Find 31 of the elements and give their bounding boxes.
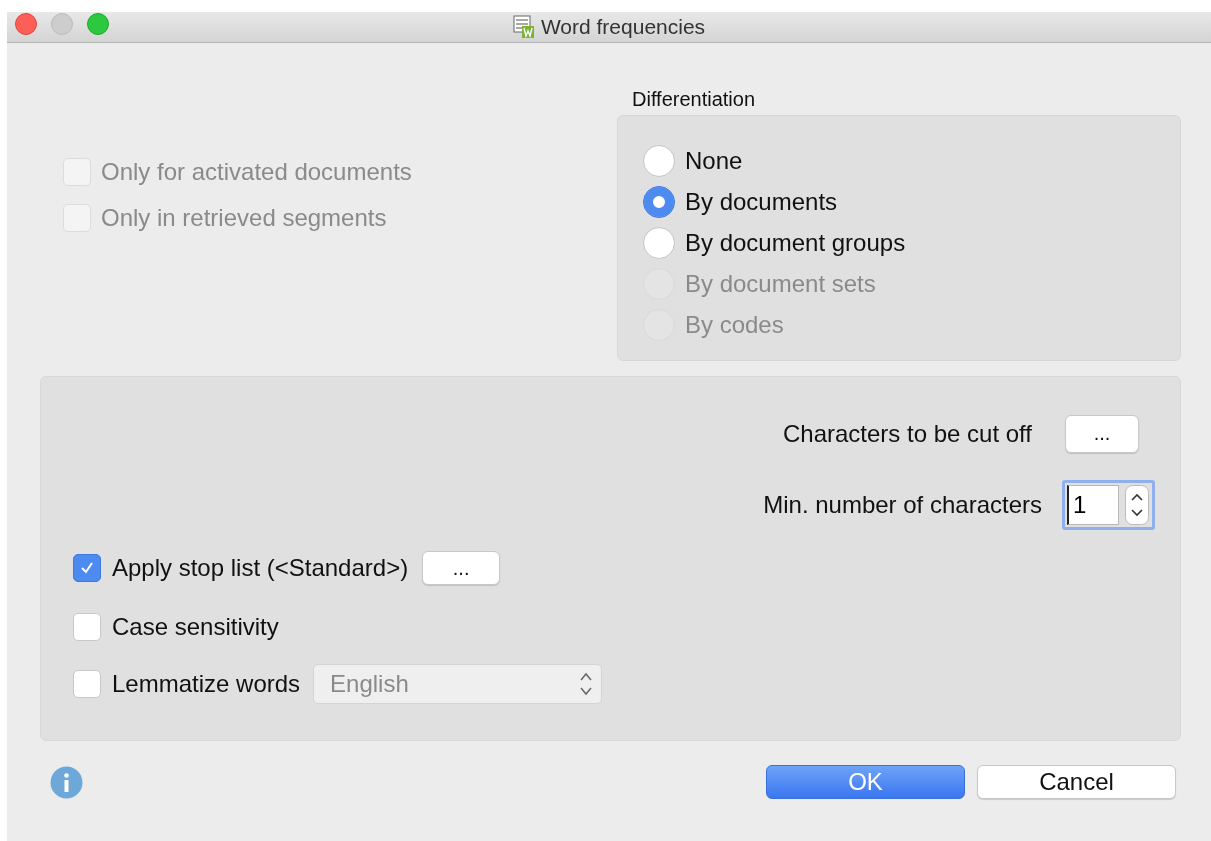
radio-label: By codes xyxy=(685,311,784,339)
group-label: Differentiation xyxy=(631,88,757,112)
checkbox-label: Only in retrieved segments xyxy=(101,204,387,232)
minimize-button[interactable] xyxy=(51,13,73,35)
radio-button[interactable] xyxy=(643,145,675,177)
number-field[interactable]: 1 xyxy=(1067,485,1119,525)
checkbox-label: Case sensitivity xyxy=(112,613,279,641)
field-label: Characters to be cut off xyxy=(782,419,1032,448)
radio-label: By document sets xyxy=(685,270,876,298)
checkbox-label: Only for activated documents xyxy=(101,158,412,186)
radio-button[interactable] xyxy=(643,186,675,218)
checkbox[interactable] xyxy=(73,554,101,582)
radio-label: None xyxy=(685,147,743,175)
cancel-button[interactable]: Cancel xyxy=(977,765,1176,799)
radio-label: By document groups xyxy=(685,229,906,257)
stepper-icon[interactable] xyxy=(1125,485,1149,525)
ellipsis-button[interactable]: ... xyxy=(422,551,501,585)
checkbox[interactable] xyxy=(73,613,101,641)
info-icon[interactable] xyxy=(50,765,83,799)
radio-button[interactable] xyxy=(643,227,675,259)
app-icon xyxy=(512,15,535,39)
updown-icon xyxy=(579,670,594,698)
checkbox-label: Lemmatize words xyxy=(112,670,301,698)
close-button[interactable] xyxy=(15,13,37,35)
checkbox[interactable] xyxy=(73,670,101,698)
checkbox-label: Apply stop list (<Standard>) xyxy=(112,554,409,582)
zoom-button[interactable] xyxy=(87,13,109,35)
radio-label: By documents xyxy=(685,188,838,216)
window-title: Word frequencies xyxy=(540,15,706,39)
ellipsis-button[interactable]: ... xyxy=(1065,414,1139,453)
field-label: Min. number of characters xyxy=(763,491,1042,519)
